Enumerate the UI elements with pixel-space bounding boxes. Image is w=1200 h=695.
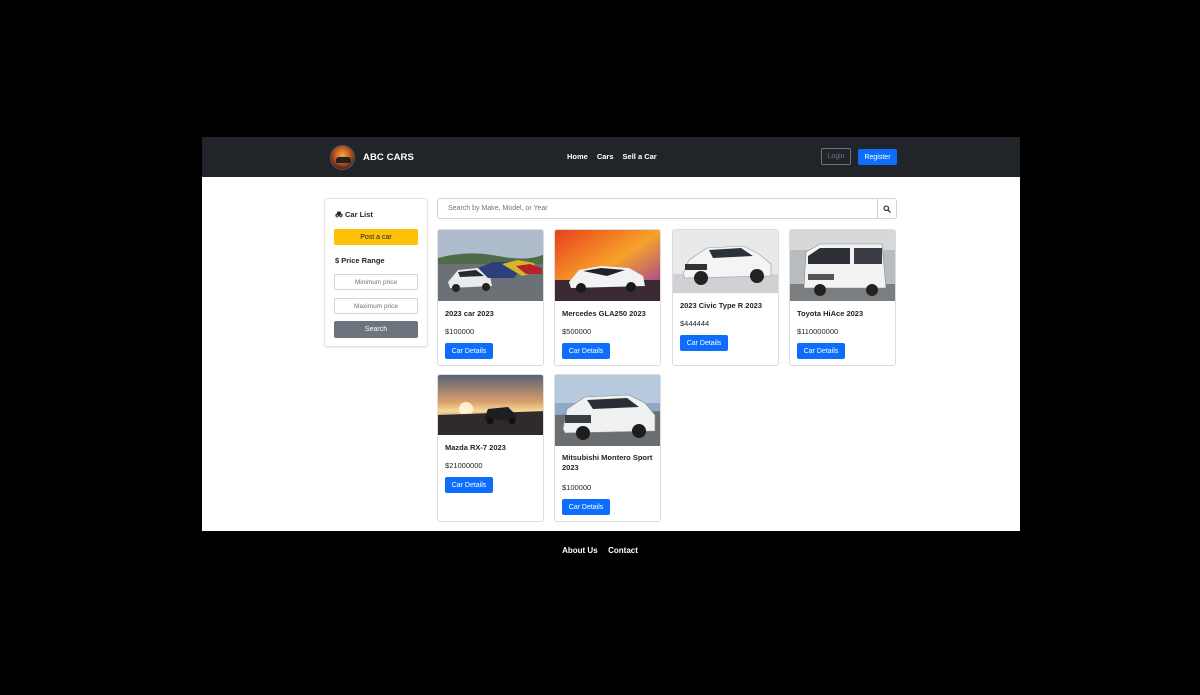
navbar: ABC CARS Home Cars Sell a Car Login Regi… <box>202 137 1020 177</box>
car-title: Mercedes GLA250 2023 <box>562 309 646 318</box>
car-price: $21000000 <box>445 461 483 470</box>
car-image[interactable] <box>790 230 895 301</box>
car-details-button[interactable]: Car Details <box>562 343 610 359</box>
car-price: $100000 <box>562 483 592 492</box>
brand[interactable]: ABC CARS <box>330 145 414 170</box>
search-input[interactable]: Search by Make, Model, or Year <box>448 205 548 212</box>
login-button[interactable]: Login <box>821 148 851 165</box>
nav-links: Home Cars Sell a Car <box>567 152 657 161</box>
car-title: Toyota HiAce 2023 <box>797 309 864 318</box>
car-price: $500000 <box>562 327 592 336</box>
post-a-car-button[interactable]: Post a car <box>334 229 418 245</box>
car-image[interactable] <box>555 230 660 301</box>
search-icon <box>883 204 891 213</box>
car-title: Mitsubishi Montero Sport 2023 <box>562 453 653 472</box>
car-list-label: Car List <box>345 210 373 219</box>
search-submit-button[interactable] <box>877 199 896 218</box>
filter-sidebar: Car List Post a car $ Price Range Minimu… <box>324 198 428 347</box>
car-details-button[interactable]: Car Details <box>797 343 845 359</box>
brand-name: ABC CARS <box>363 152 414 163</box>
footer: About Us Contact <box>0 540 1200 558</box>
car-card: 2023 car 2023 $100000 Car Details <box>437 229 544 366</box>
car-card: Mitsubishi Montero Sport 2023 $100000 Ca… <box>554 374 661 522</box>
maximum-price-input[interactable]: Maximum price <box>334 298 418 314</box>
car-details-button[interactable]: Car Details <box>445 343 493 359</box>
car-details-button[interactable]: Car Details <box>680 335 728 351</box>
car-image[interactable] <box>438 375 543 435</box>
car-title: Mazda RX-7 2023 <box>445 443 506 452</box>
car-card: Mazda RX-7 2023 $21000000 Car Details <box>437 374 544 522</box>
footer-about-us-link[interactable]: About Us <box>562 546 598 555</box>
car-image[interactable] <box>438 230 543 301</box>
car-image[interactable] <box>555 375 660 446</box>
nav-cars[interactable]: Cars <box>597 152 614 161</box>
car-title: 2023 Civic Type R 2023 <box>680 301 762 310</box>
minimum-price-input[interactable]: Minimum price <box>334 274 418 290</box>
car-title: 2023 car 2023 <box>445 309 494 318</box>
app-window: ABC CARS Home Cars Sell a Car Login Regi… <box>202 137 1020 531</box>
car-icon <box>335 211 343 218</box>
car-price: $100000 <box>445 327 475 336</box>
search-button[interactable]: Search <box>334 321 418 338</box>
car-details-button[interactable]: Car Details <box>562 499 610 515</box>
car-price: $444444 <box>680 319 710 328</box>
car-card: Mercedes GLA250 2023 $500000 Car Details <box>554 229 661 366</box>
price-range-heading: $ Price Range <box>335 256 385 265</box>
brand-logo <box>330 145 355 170</box>
car-list-heading: Car List <box>335 210 373 219</box>
search-bar: Search by Make, Model, or Year <box>437 198 897 219</box>
register-button[interactable]: Register <box>858 149 897 165</box>
car-price: $110000000 <box>797 327 839 336</box>
footer-contact-link[interactable]: Contact <box>608 546 638 555</box>
car-card: 2023 Civic Type R 2023 $444444 Car Detai… <box>672 229 779 366</box>
nav-home[interactable]: Home <box>567 152 588 161</box>
car-image[interactable] <box>673 230 778 293</box>
car-details-button[interactable]: Car Details <box>445 477 493 493</box>
car-card: Toyota HiAce 2023 $110000000 Car Details <box>789 229 896 366</box>
nav-sell-a-car[interactable]: Sell a Car <box>623 152 657 161</box>
